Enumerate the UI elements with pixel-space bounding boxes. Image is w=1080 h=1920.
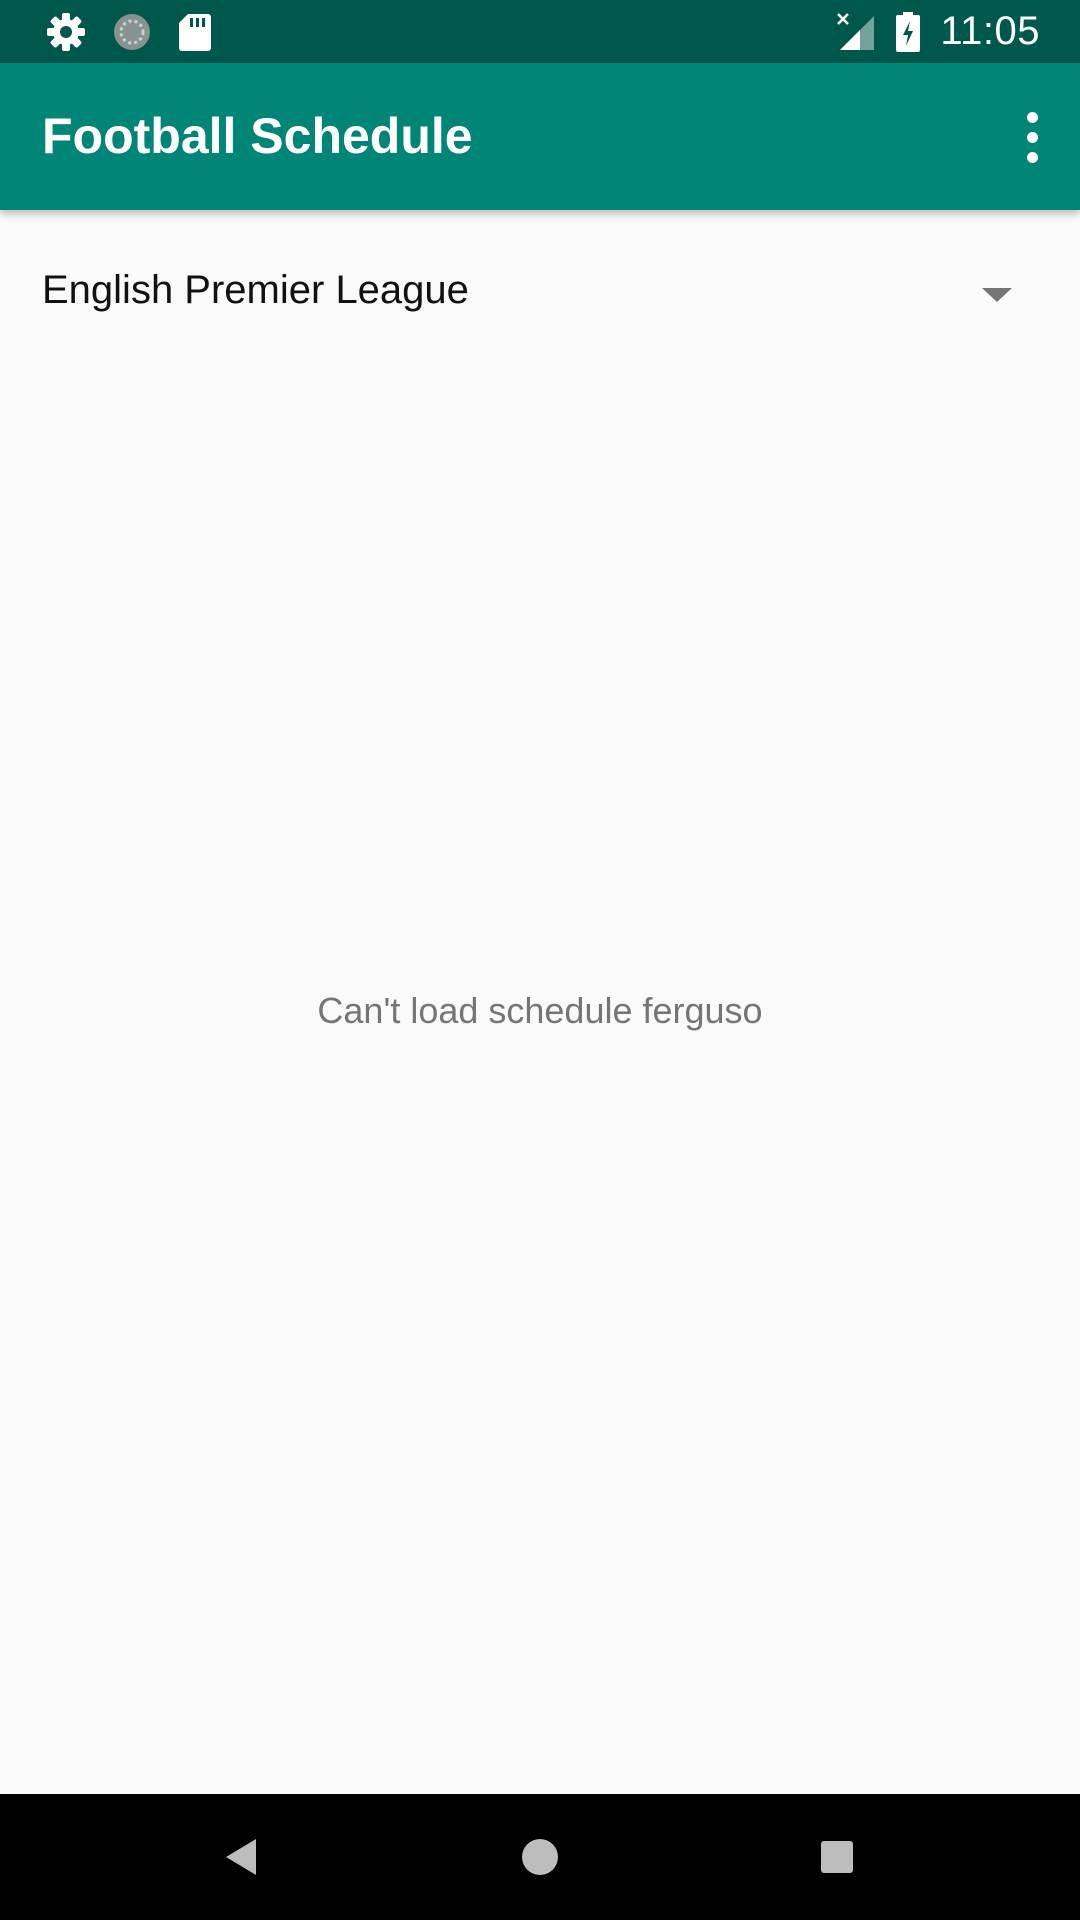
signal-off-icon bbox=[836, 12, 876, 52]
back-button[interactable] bbox=[206, 1822, 276, 1892]
recents-icon bbox=[821, 1841, 853, 1873]
more-vert-icon bbox=[1026, 111, 1038, 123]
status-bar: 11:05 bbox=[0, 0, 1080, 63]
home-button[interactable] bbox=[505, 1822, 575, 1892]
league-spinner[interactable]: English Premier League bbox=[0, 238, 1080, 353]
empty-state-message: Can't load schedule ferguso bbox=[317, 990, 763, 1031]
dropdown-arrow-icon bbox=[982, 288, 1012, 302]
recents-button[interactable] bbox=[802, 1822, 872, 1892]
navigation-bar bbox=[0, 1794, 1080, 1920]
sync-icon bbox=[112, 12, 152, 52]
back-icon bbox=[226, 1839, 256, 1875]
status-left-icons bbox=[46, 0, 212, 63]
battery-charging-icon bbox=[896, 11, 921, 52]
home-icon bbox=[522, 1839, 558, 1875]
more-options-button[interactable] bbox=[1002, 95, 1062, 179]
app-title: Football Schedule bbox=[42, 108, 473, 164]
sd-card-icon bbox=[178, 12, 212, 52]
status-time: 11:05 bbox=[940, 9, 1040, 53]
spinner-selected-label: English Premier League bbox=[42, 268, 469, 312]
app-screen: 11:05 Football Schedule English Premier … bbox=[0, 0, 1080, 1920]
app-bar: Football Schedule bbox=[0, 63, 1080, 210]
gear-icon bbox=[46, 12, 86, 52]
status-right-icons: 11:05 bbox=[836, 0, 1040, 63]
